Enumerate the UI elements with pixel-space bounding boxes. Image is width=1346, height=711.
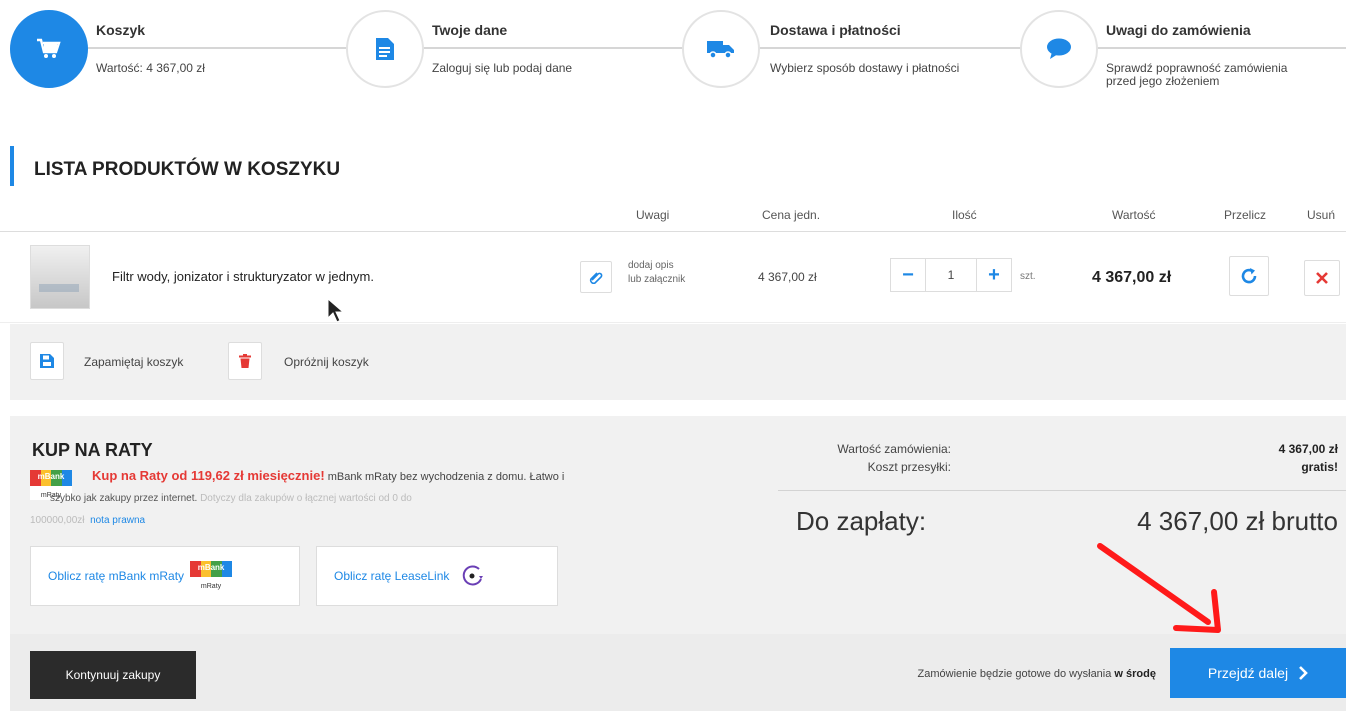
quantity-increase-button[interactable]: + [977,259,1011,291]
remove-item-button[interactable] [1304,260,1340,296]
installments-highlight: Kup na Raty od 119,62 zł miesięcznie! [92,468,325,483]
step-title: Koszyk [96,22,146,38]
close-icon [1316,272,1328,284]
clear-cart-button[interactable] [228,342,262,380]
proceed-button[interactable]: Przejdź dalej [1170,648,1346,698]
checkout-footer: Kontynuuj zakupy Zamówienie będzie gotow… [10,634,1346,711]
quantity-stepper: − 1 + [890,258,1012,292]
installments-description-line2: szybko jak zakupy przez internet. Dotycz… [50,493,412,504]
step-desc-line: przed jego złożeniem [1106,74,1220,88]
add-note-line: lub załącznik [628,274,686,285]
mbank-logo-text: mBank [37,472,65,481]
paperclip-icon [589,272,603,284]
summary-divider [778,490,1346,491]
installments-text: szybko jak zakupy przez internet. [50,493,198,504]
quantity-decrease-button[interactable]: − [891,259,925,291]
refresh-icon [1241,268,1257,284]
installments-description: Kup na Raty od 119,62 zł miesięcznie! mB… [92,468,564,483]
column-header-remove: Usuń [1307,208,1336,222]
leaselink-logo-icon [463,565,484,586]
step-title: Uwagi do zamówienia [1106,22,1251,38]
row-value: 4 367,00 zł [1092,269,1172,286]
truck-icon [682,10,760,88]
page-title: LISTA PRODUKTÓW W KOSZYKU [10,146,340,186]
order-value: 4 367,00 zł [1278,442,1338,456]
attach-note-button[interactable] [580,261,612,293]
checkout-steps: Koszyk Wartość: 4 367,00 zł Twoje dane Z… [0,0,1346,110]
unit-price: 4 367,00 zł [758,270,817,284]
column-header-notes: Uwagi [636,208,670,222]
product-name[interactable]: Filtr wody, jonizator i strukturyzator w… [112,269,374,284]
document-icon [346,10,424,88]
chat-bubble-icon [1020,10,1098,88]
column-header-unit-price: Cena jedn. [762,208,821,222]
installments-and-summary: KUP NA RATY mBank mRaty Kup na Raty od 1… [10,416,1346,634]
order-value-label: Wartość zamówienia: [837,442,951,456]
dispatch-day: w środę [1114,668,1156,680]
quantity-unit: szt. [1020,271,1036,282]
installments-conditions: Dotyczy dla zakupów o łącznej wartości o… [197,493,412,504]
cart-icon [10,10,88,88]
column-header-value: Wartość [1112,208,1156,222]
shipping-cost-label: Koszt przesyłki: [867,460,951,474]
step-title: Dostawa i płatności [770,22,901,38]
recalculate-button[interactable] [1229,256,1269,296]
installments-text: mBank mRaty bez wychodzenia z domu. Łatw… [324,471,565,483]
continue-shopping-button[interactable]: Kontynuuj zakupy [30,651,196,699]
column-header-quantity: Ilość [952,208,977,222]
step-title: Twoje dane [432,22,508,38]
cart-actions-bar: Zapamiętaj koszyk Opróżnij koszyk [10,324,1346,400]
mbank-logo-text: mBank [197,563,225,572]
shipping-cost-value: gratis! [1301,460,1338,474]
dispatch-info-text: Zamówienie będzie gotowe do wysłania [917,668,1115,680]
mbank-calculator-button[interactable]: Oblicz ratę mBank mRaty mBank mRaty [30,546,300,606]
total-to-pay-label: Do zapłaty: [796,506,927,536]
installments-title: KUP NA RATY [32,440,153,460]
product-thumbnail[interactable] [30,245,90,309]
quantity-input[interactable]: 1 [925,259,977,291]
legal-note-link[interactable]: nota prawna [90,515,145,526]
step-desc: Sprawdź poprawność zamówienia przed jego… [1106,62,1287,88]
proceed-button-label: Przejdź dalej [1207,665,1289,681]
add-note-line: dodaj opis [628,260,674,271]
leaselink-calculator-label: Oblicz ratę LeaseLink [334,569,450,583]
chevron-right-icon [1299,666,1308,680]
mbank-mraty-logo: mBank mRaty [190,561,233,591]
save-cart-button[interactable] [30,342,64,380]
clear-cart-label[interactable]: Opróżnij koszyk [284,355,369,369]
step-desc: Zaloguj się lub podaj dane [432,61,573,75]
installments-description-line3: 100000,00zł nota prawna [30,515,145,526]
table-row: Filtr wody, jonizator i strukturyzator w… [0,233,1346,323]
mbank-logo-sub: mRaty [200,583,222,590]
column-header-recalc: Przelicz [1224,208,1267,222]
add-note-link[interactable]: dodaj opis lub załącznik [628,259,685,287]
cart-table-header: Uwagi Cena jedn. Ilość Wartość Przelicz … [0,200,1346,232]
step-desc: Wartość: 4 367,00 zł [96,61,205,75]
dispatch-info: Zamówienie będzie gotowe do wysłania w ś… [918,668,1156,680]
mouse-cursor-icon [327,298,345,323]
leaselink-calculator-button[interactable]: Oblicz ratę LeaseLink [316,546,558,606]
mbank-calculator-label: Oblicz ratę mBank mRaty [48,569,185,583]
trash-icon [239,354,251,368]
save-icon [40,354,54,368]
installments-conditions: 100000,00zł [30,515,85,526]
step-desc: Wybierz sposób dostawy i płatności [770,61,960,75]
total-to-pay-value: 4 367,00 zł brutto [1137,506,1338,536]
save-cart-label[interactable]: Zapamiętaj koszyk [84,355,183,369]
